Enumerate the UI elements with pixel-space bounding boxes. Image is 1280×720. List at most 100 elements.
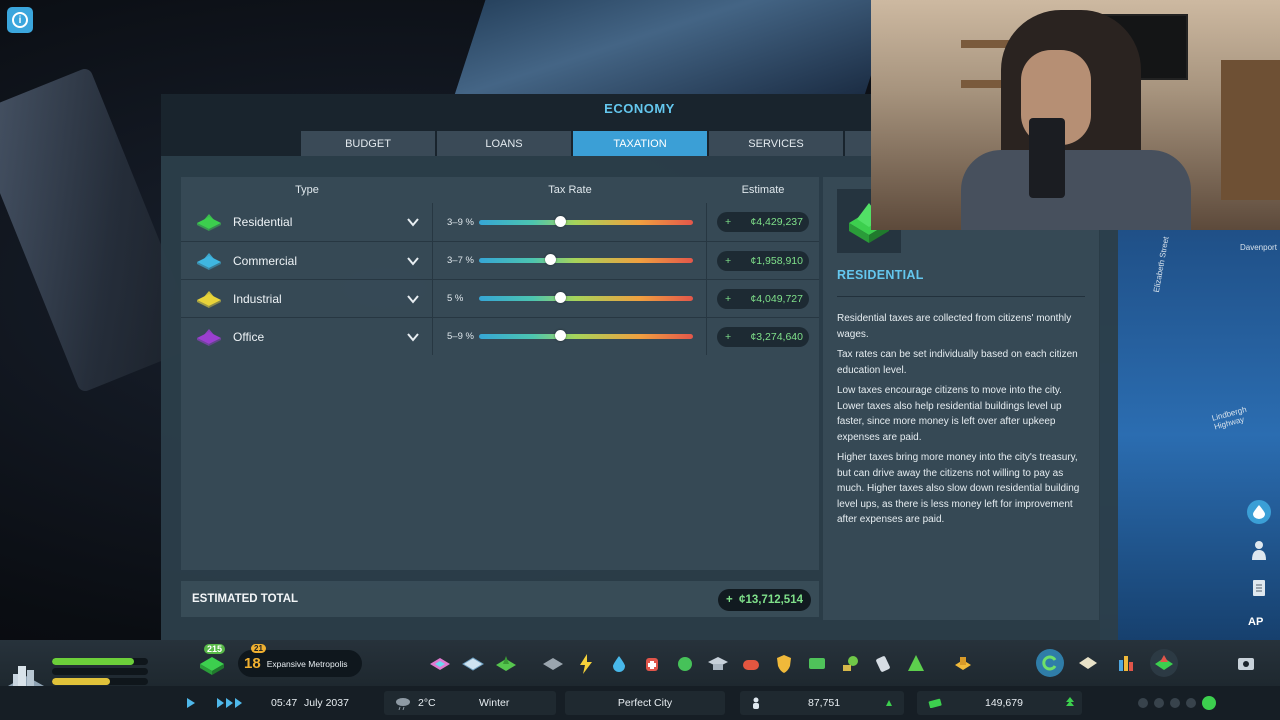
police-icon[interactable] (772, 652, 796, 676)
tab-loans[interactable]: LOANS (437, 131, 571, 156)
zone-type-dropdown[interactable]: Residential (181, 203, 433, 241)
money: 149,679 (985, 697, 1023, 709)
economy-icon[interactable] (1150, 649, 1178, 677)
chevron-down-icon[interactable] (406, 254, 420, 268)
fast-forward-button[interactable] (216, 686, 244, 720)
bar-fill (52, 658, 134, 665)
estimate-value: ¢4,429,237 (750, 216, 803, 228)
bar-fill (52, 678, 110, 685)
electricity-icon[interactable] (574, 652, 598, 676)
citizen-icon[interactable] (1247, 538, 1271, 562)
divider (837, 296, 1085, 297)
weather-icon (395, 686, 411, 720)
bulldozer-icon[interactable] (951, 652, 975, 676)
tax-rate-slider[interactable] (479, 215, 693, 227)
tab-budget[interactable]: BUDGET (301, 131, 435, 156)
garbage-icon[interactable] (673, 652, 697, 676)
tax-rate-label: 3–7 % (447, 255, 474, 266)
money-trend-icon (1065, 686, 1075, 720)
tool-icons (428, 652, 975, 676)
game-time: 05:47 (271, 697, 298, 709)
zone-type-dropdown[interactable]: Commercial (181, 242, 433, 279)
zone-type-dropdown[interactable]: Industrial (181, 280, 433, 317)
water-icon[interactable] (607, 652, 631, 676)
water-drop-icon[interactable] (1247, 500, 1271, 524)
chevron-down-icon[interactable] (406, 292, 420, 306)
total-amount: ¢13,712,514 (739, 594, 803, 606)
industrial-zone-icon (195, 289, 223, 309)
statistics-icon[interactable] (1112, 649, 1140, 677)
chevron-down-icon[interactable] (406, 215, 420, 229)
bookshelf (1221, 60, 1280, 200)
estimate-pill: + ¢4,429,237 (717, 212, 809, 232)
street-label-davenport: Davenport (1240, 243, 1277, 252)
info-side-panel: RESIDENTIAL Residential taxes are collec… (823, 177, 1099, 620)
zoning-icon[interactable] (428, 652, 452, 676)
area-icon[interactable] (461, 652, 485, 676)
table-row: Commercial 3–7 % + ¢1,958,910 (181, 241, 819, 279)
happy-face-icon (1202, 696, 1216, 710)
office-zone-icon (195, 327, 223, 347)
happiness-bar (52, 658, 148, 665)
table-row: Office 5–9 % + ¢3,274,640 (181, 317, 819, 355)
residential-zone-icon (195, 212, 223, 232)
tab-taxation[interactable]: TAXATION (573, 131, 707, 156)
tax-rate-label: 3–9 % (447, 216, 474, 228)
fire-icon[interactable] (739, 652, 763, 676)
progression-icon[interactable] (1036, 649, 1064, 677)
zone-name: Commercial (233, 253, 298, 268)
roads-icon[interactable] (541, 652, 565, 676)
info-button[interactable]: i (7, 7, 33, 33)
zone-name: Residential (233, 215, 293, 229)
table-row: Residential 3–9 % + ¢4,429,237 (181, 203, 819, 241)
map-icon[interactable] (1074, 649, 1102, 677)
plus-sign: + (725, 254, 732, 267)
tax-table: Type Tax Rate Estimate Residential 3–9 %… (181, 177, 819, 570)
photo-mode-icon[interactable] (1232, 649, 1260, 677)
transport-icon[interactable] (805, 652, 829, 676)
communications-icon[interactable] (871, 652, 895, 676)
estimate-pill: + ¢1,958,910 (717, 250, 809, 271)
estimate-cell: + ¢1,958,910 (707, 242, 819, 279)
notes-icon[interactable] (1247, 576, 1271, 600)
slider-knob[interactable] (555, 215, 567, 227)
healthcare-icon[interactable] (640, 652, 664, 676)
city-name: Perfect City (617, 697, 673, 709)
landmarks-icon[interactable] (904, 652, 928, 676)
tab-more[interactable] (845, 131, 871, 156)
dot-icon (1186, 698, 1196, 708)
notification-dots[interactable] (1138, 686, 1216, 720)
temperature: 2°C (418, 697, 436, 709)
landscaping-icon[interactable] (494, 652, 518, 676)
ap-label[interactable]: AP (1248, 616, 1263, 628)
estimate-value: ¢3,274,640 (750, 330, 803, 343)
tax-rate-slider[interactable] (479, 254, 693, 265)
plus-sign: + (725, 330, 732, 343)
zone-name: Industrial (233, 291, 282, 306)
tab-services[interactable]: SERVICES (709, 131, 843, 156)
slider-knob[interactable] (544, 254, 556, 265)
estimate-cell: + ¢3,274,640 (707, 318, 819, 355)
zone-type-dropdown[interactable]: Office (181, 318, 433, 355)
milestone-pill[interactable]: 18 21 Expansive Metropolis (238, 644, 362, 677)
tax-rate-slider[interactable] (479, 330, 693, 341)
population: 87,751 (808, 697, 841, 709)
play-button[interactable] (186, 686, 196, 720)
hud-right-icons (1036, 649, 1260, 677)
info-paragraph: Low taxes encourage citizens to move int… (837, 385, 1062, 443)
estimate-value: ¢4,049,727 (750, 292, 803, 305)
dot-icon (1154, 698, 1164, 708)
parks-icon[interactable] (838, 652, 862, 676)
tax-rate-label: 5 % (447, 293, 464, 304)
chevron-down-icon[interactable] (406, 330, 420, 344)
slider-knob[interactable] (555, 330, 567, 341)
tax-rate-slider[interactable] (479, 292, 693, 303)
education-icon[interactable] (706, 652, 730, 676)
population-trend-icon (885, 686, 893, 720)
development-points-count: 215 (204, 644, 226, 654)
milestone-badge: 21 (251, 644, 266, 653)
plus-sign: + (725, 216, 732, 228)
commercial-zone-icon (195, 251, 223, 271)
slider-knob[interactable] (555, 292, 567, 303)
info-heading: RESIDENTIAL (837, 268, 924, 282)
